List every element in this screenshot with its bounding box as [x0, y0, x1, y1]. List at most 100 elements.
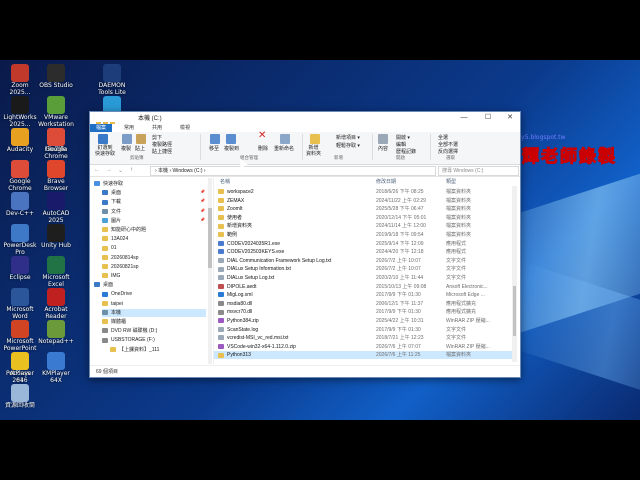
edit-button[interactable]: 編輯 [396, 142, 406, 148]
nav-item[interactable]: USBSTORAGE (F:) [102, 336, 206, 344]
file-list-scroll-thumb[interactable] [513, 286, 516, 336]
desktop-icon[interactable]: Microsoft Excel [36, 256, 76, 288]
open-dropdown[interactable]: 開啟 ▾ [396, 135, 410, 141]
desktop-icon[interactable]: Microsoft PowerPoint [0, 320, 40, 352]
nav-item[interactable]: 20260814sp [102, 254, 206, 262]
maximize-button[interactable]: ☐ [480, 112, 496, 124]
desktop-icon[interactable]: PotPlayer 64 [0, 352, 40, 384]
address-bar[interactable]: › 本機 › Windows (C:) › [150, 166, 436, 176]
recent-locations-icon[interactable]: ⌄ [118, 167, 123, 174]
desktop-icon[interactable]: KMPlayer 64X [36, 352, 76, 384]
search-input[interactable]: 搜尋 Windows (C:) [438, 166, 519, 176]
properties-button[interactable]: 內容 [378, 146, 388, 152]
nav-item[interactable]: 媒體櫃 [102, 318, 206, 326]
title-bar[interactable]: 本機 (C:) — ☐ ✕ [90, 112, 520, 127]
table-row[interactable]: Python384.zip 2025/4/22 上午 10:31 WinRAR ZI… [214, 317, 514, 325]
table-row[interactable]: 使用者 2020/12/14 下午 05:01 檔案資料夾 [214, 214, 514, 222]
quick-access-toolbar[interactable] [96, 114, 124, 127]
desktop-icon[interactable]: PowerDesk Pro [0, 224, 40, 256]
table-row[interactable]: 新增資料夾 2024/11/14 上午 12:00 檔案資料夾 [214, 222, 514, 230]
back-icon[interactable]: ← [94, 167, 100, 173]
tab-file[interactable]: 檔案 [90, 124, 113, 132]
table-row[interactable]: DIAL Communication Framework Setup Log.t… [214, 257, 514, 265]
table-row[interactable]: VSCode-win32-x64-1.112.0.zip 2026/7/6 上午 … [214, 343, 514, 351]
desktop-icon[interactable]: Eclipse [0, 256, 40, 281]
desktop-icon[interactable]: OBS Studio [36, 64, 76, 89]
tab-view[interactable]: 檢視 [174, 124, 196, 132]
nav-item[interactable]: 【上課資料】_111 [110, 346, 206, 354]
nav-item[interactable]: 知能研心中的題 [102, 226, 206, 234]
close-button[interactable]: ✕ [502, 112, 518, 124]
desktop-icon[interactable]: DAEMON Tools Lite [92, 64, 132, 96]
cut-button[interactable]: 剪下 [152, 135, 162, 141]
table-row[interactable]: ZEMAX 2024/11/22 上午 02:29 檔案資料夾 [214, 197, 514, 205]
desktop-icon[interactable]: Google Chrome [0, 160, 40, 192]
easy-access-dropdown[interactable]: 輕鬆存取 ▾ [336, 143, 360, 149]
desktop-icon[interactable]: Notepad++ [36, 320, 76, 345]
table-row[interactable]: msvcr70.dll 2017/9/9 下午 01:30 應用程式擴充 [214, 308, 514, 316]
column-header-date[interactable]: 修改日期 [376, 178, 396, 186]
table-row[interactable]: CODEV2024035R1.exe 2025/9/14 下午 12:09 應用程式 [214, 240, 514, 248]
copy-button[interactable]: 複製 [121, 146, 131, 152]
new-folder-button[interactable]: 新增 資料夾 [306, 145, 321, 157]
table-row[interactable]: DIALux Setup Log.txt 2020/2/10 上午 11:44 文字… [214, 274, 514, 282]
nav-item[interactable]: DVD RW 磁碟機 (D:) [102, 327, 206, 335]
desktop-icon[interactable]: Brave Browser [36, 160, 76, 192]
pin-quick-access-button[interactable]: 釘選到 快速存取 [92, 145, 118, 157]
copy-to-button[interactable]: 複製到 [224, 146, 239, 152]
nav-item[interactable]: 13A024 [102, 235, 206, 243]
up-icon[interactable]: ↑ [130, 167, 133, 173]
desktop-icon[interactable]: LightWorks 2025... [0, 96, 40, 128]
table-row[interactable]: DIALux Setup Information.txt 2026/7/2 上午 … [214, 265, 514, 273]
move-to-button[interactable]: 移至 [209, 146, 219, 152]
new-item-dropdown[interactable]: 新增項目 ▾ [336, 135, 360, 141]
select-all-button[interactable]: 全選 [438, 135, 448, 141]
tab-home[interactable]: 常用 [118, 124, 140, 132]
select-none-button[interactable]: 全部不選 [438, 142, 458, 148]
file-list-scrollbar[interactable] [512, 186, 517, 362]
file-explorer-window[interactable]: 本機 (C:) — ☐ ✕ 檔案 常用 共用 檢視 釘選到 快速存取 複製 貼上… [89, 111, 521, 378]
minimize-button[interactable]: — [456, 112, 472, 124]
nav-scroll-thumb[interactable] [208, 208, 212, 268]
table-row[interactable]: ScanState.log 2017/9/9 下午 01:30 文字文件 [214, 326, 514, 334]
desktop-icon[interactable]: Google Chrome [36, 128, 76, 160]
table-row[interactable]: Python313 2026/7/6 上午 11:25 檔案資料夾 [214, 351, 514, 360]
nav-item[interactable]: 01 [102, 244, 206, 252]
nav-item[interactable]: 文件 [102, 208, 206, 216]
desktop-icon[interactable]: Zoom 2025... [0, 64, 40, 96]
paste-button[interactable]: 貼上 [135, 146, 145, 152]
nav-item[interactable]: 下載 [102, 198, 206, 206]
rename-button[interactable]: 重新命名 [274, 146, 294, 152]
desktop-icon[interactable]: AutoCAD 2025 [36, 192, 76, 224]
desktop-icon[interactable]: Microsoft Word [0, 288, 40, 320]
table-row[interactable]: 範例 2019/9/18 下午 09:54 檔案資料夾 [214, 231, 514, 239]
copy-path-button[interactable]: 複製路徑 [152, 142, 172, 148]
tab-share[interactable]: 共用 [146, 124, 168, 132]
nav-item[interactable]: 桌面 [102, 189, 206, 197]
column-header-type[interactable]: 類型 [446, 178, 456, 186]
nav-scrollbar[interactable] [208, 178, 212, 364]
nav-item[interactable]: 桌面 [94, 281, 206, 289]
delete-button[interactable]: 刪除 [258, 146, 268, 152]
table-row[interactable]: msdia80.dll 2006/12/1 下午 11:37 應用程式擴充 [214, 300, 514, 308]
nav-item[interactable]: OneDrive [102, 290, 206, 298]
column-header-name[interactable]: 名稱 [220, 178, 230, 186]
nav-item[interactable]: taipei [102, 300, 206, 308]
table-row[interactable]: CODEV202503KEYS.exe 2024/4/20 下午 12:18 應用程… [214, 248, 514, 256]
nav-item[interactable]: 本機 [102, 308, 206, 317]
desktop-icon[interactable]: VMware Workstation [36, 96, 76, 128]
nav-item[interactable]: IMG [102, 272, 206, 280]
desktop-icon[interactable]: Audacity [0, 128, 40, 153]
desktop-icon[interactable]: Acrobat Reader [36, 288, 76, 320]
desktop-icon[interactable]: Unity Hub [36, 224, 76, 249]
nav-item[interactable]: 快速存取 [94, 180, 206, 188]
desktop-icon[interactable]: 資源回收筒 [0, 384, 40, 409]
nav-item[interactable]: 20260821sp [102, 263, 206, 271]
table-row[interactable]: workspace2 2018/6/26 下午 08:25 檔案資料夾 [214, 188, 514, 196]
desktop-icon[interactable]: Dev-C++ [0, 192, 40, 217]
table-row[interactable]: MigLog.xml 2017/9/9 下午 01:30 Microsoft Edg… [214, 291, 514, 299]
paste-shortcut-button[interactable]: 貼上捷徑 [152, 149, 172, 155]
nav-item[interactable]: 圖片 [102, 217, 206, 225]
table-row[interactable]: DIPOLE.aedt 2015/10/13 上午 09:08 Ansoft Ele… [214, 283, 514, 291]
table-row[interactable]: ZoomIt 2025/5/28 下午 06:47 檔案資料夾 [214, 205, 514, 213]
